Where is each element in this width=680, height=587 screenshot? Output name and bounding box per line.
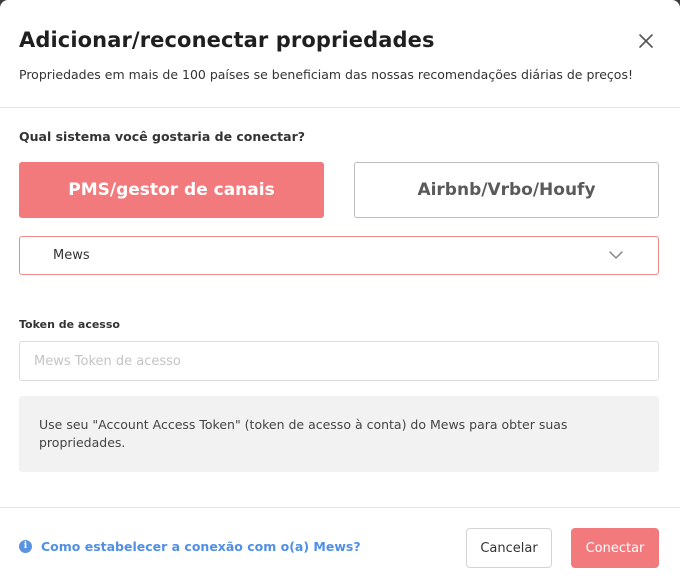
token-label: Token de acesso — [19, 318, 120, 331]
help-link[interactable]: i Como estabelecer a conexão com o(a) Me… — [19, 538, 361, 554]
option-pms-channel-manager[interactable]: PMS/gestor de canais — [19, 162, 324, 218]
chevron-down-icon — [609, 251, 623, 259]
dialog-title: Adicionar/reconectar propriedades — [19, 28, 435, 52]
info-icon: i — [19, 539, 32, 553]
help-link-text: Como estabelecer a conexão com o(a) Mews… — [41, 538, 361, 554]
close-button[interactable] — [636, 31, 656, 51]
footer-divider — [0, 507, 680, 508]
pms-select[interactable]: Mews — [19, 236, 659, 275]
token-info-box: Use seu "Account Access Token" (token de… — [19, 396, 659, 472]
dialog-subtitle: Propriedades em mais de 100 países se be… — [19, 67, 633, 82]
option-airbnb-vrbo-houfy[interactable]: Airbnb/Vrbo/Houfy — [354, 162, 659, 218]
system-question: Qual sistema você gostaria de conectar? — [19, 129, 306, 144]
header-divider — [0, 107, 680, 108]
close-icon — [639, 34, 653, 48]
dialog-header: Adicionar/reconectar propriedades Propri… — [0, 0, 680, 107]
connect-properties-dialog: Adicionar/reconectar propriedades Propri… — [0, 0, 680, 587]
token-input[interactable] — [19, 341, 659, 381]
connect-button[interactable]: Conectar — [571, 528, 659, 568]
cancel-button[interactable]: Cancelar — [466, 528, 552, 568]
option-label: PMS/gestor de canais — [68, 180, 275, 200]
pms-select-value: Mews — [53, 248, 90, 263]
token-info-text: Use seu "Account Access Token" (token de… — [39, 417, 568, 450]
option-label: Airbnb/Vrbo/Houfy — [417, 180, 596, 200]
